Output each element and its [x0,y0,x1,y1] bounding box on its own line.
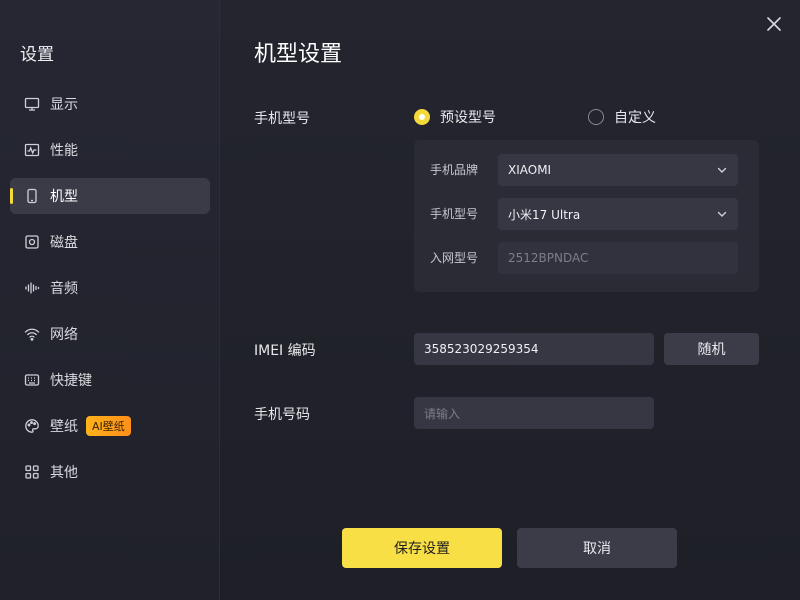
wifi-icon [24,326,40,342]
network-model-value: 2512BPNDAC [508,251,589,265]
chevron-down-icon [717,211,727,217]
sidebar-item-label: 快捷键 [50,373,92,389]
monitor-icon [24,96,40,112]
ai-wallpaper-badge: AI壁纸 [86,416,131,436]
grid-icon [24,464,40,480]
preset-model-panel: 手机品牌 XIAOMI 手机型号 小米17 Ultra 入网型号 2512BPN… [414,140,759,292]
sidebar-item-label: 其他 [50,465,78,481]
main-content: 机型设置 手机型号 预设型号 自定义 手机品牌 XIAOMI 手机型号 小米17… [220,0,800,600]
phone-icon [24,188,40,204]
random-imei-button[interactable]: 随机 [664,333,759,365]
audio-icon [24,280,40,296]
sidebar-item-label: 显示 [50,97,78,113]
model-value: 小米17 Ultra [508,207,581,222]
close-button[interactable] [764,14,784,34]
settings-window: 设置 显示 性能 机型 磁盘 音频 网络 快捷键 壁纸 AI壁纸 其他 机型设置… [0,0,800,600]
keyboard-icon [24,372,40,388]
radio-preset-model[interactable]: 预设型号 [414,107,496,127]
chevron-down-icon [717,167,727,173]
sidebar-nav: 显示 性能 机型 磁盘 音频 网络 快捷键 壁纸 AI壁纸 其他 [10,86,210,500]
performance-icon [24,142,40,158]
sidebar-item-audio[interactable]: 音频 [10,270,210,306]
sidebar-item-performance[interactable]: 性能 [10,132,210,168]
sidebar-item-network[interactable]: 网络 [10,316,210,352]
page-title: 机型设置 [254,42,343,67]
imei-label: IMEI 编码 [254,343,316,359]
radio-label: 自定义 [614,110,656,126]
sidebar-item-other[interactable]: 其他 [10,454,210,490]
sidebar-title: 设置 [20,45,54,65]
phone-number-placeholder: 请输入 [424,406,461,421]
sidebar-item-label: 性能 [50,143,78,159]
radio-label: 预设型号 [440,110,496,126]
disk-icon [24,234,40,250]
imei-value: 358523029259354 [424,342,539,356]
imei-input[interactable]: 358523029259354 [414,333,654,365]
sidebar-item-disk[interactable]: 磁盘 [10,224,210,260]
network-model-label: 入网型号 [430,251,479,265]
radio-indicator [588,109,604,125]
radio-custom-model[interactable]: 自定义 [588,107,656,127]
brand-value: XIAOMI [508,163,552,177]
network-model-field: 2512BPNDAC [498,242,738,274]
sidebar-item-label: 壁纸 [50,419,78,435]
radio-indicator [414,109,430,125]
brand-select[interactable]: XIAOMI [498,154,738,186]
sidebar-item-wallpaper[interactable]: 壁纸 AI壁纸 [10,408,210,444]
phone-number-input[interactable]: 请输入 [414,397,654,429]
close-icon [767,17,781,31]
model-type-label: 手机型号 [254,111,310,127]
sidebar-item-label: 机型 [50,189,78,205]
save-button[interactable]: 保存设置 [342,528,502,568]
phone-number-label: 手机号码 [254,407,310,423]
sidebar-item-label: 磁盘 [50,235,78,251]
cancel-button[interactable]: 取消 [517,528,677,568]
brand-label: 手机品牌 [430,163,479,177]
model-label: 手机型号 [430,207,479,221]
model-select[interactable]: 小米17 Ultra [498,198,738,230]
sidebar-item-model[interactable]: 机型 [10,178,210,214]
sidebar-item-display[interactable]: 显示 [10,86,210,122]
sidebar: 设置 显示 性能 机型 磁盘 音频 网络 快捷键 壁纸 AI壁纸 其他 [0,0,220,600]
sidebar-item-label: 网络 [50,327,78,343]
sidebar-item-label: 音频 [50,281,78,297]
sidebar-item-shortcuts[interactable]: 快捷键 [10,362,210,398]
palette-icon [24,418,40,434]
